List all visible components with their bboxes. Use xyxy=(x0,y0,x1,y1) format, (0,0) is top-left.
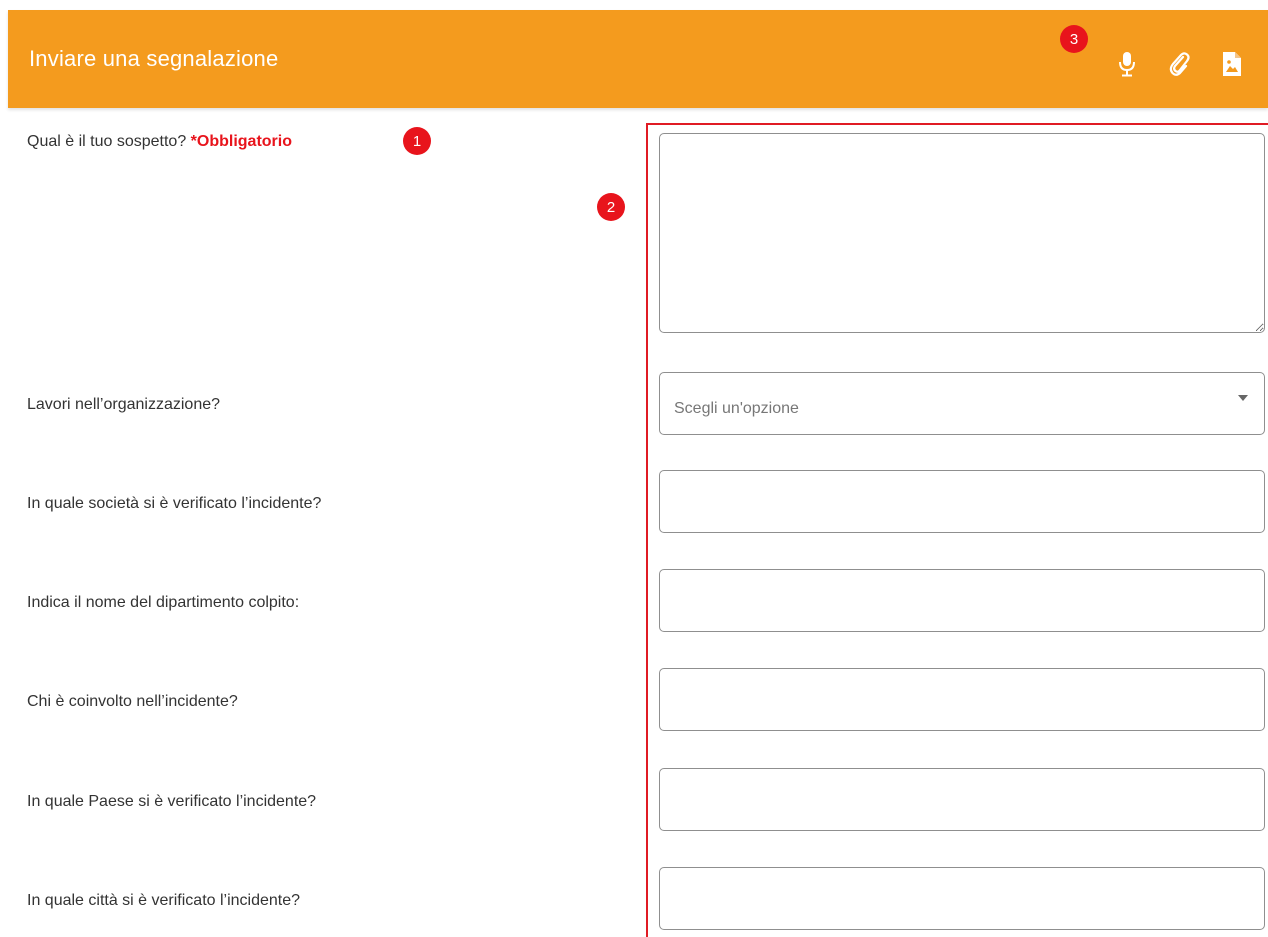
works-in-org-select[interactable]: Scegli un'opzione xyxy=(659,372,1265,435)
paperclip-icon[interactable] xyxy=(1165,50,1193,78)
image-file-icon[interactable] xyxy=(1218,50,1246,78)
microphone-icon[interactable] xyxy=(1113,50,1141,78)
caret-down-icon xyxy=(1238,395,1248,401)
top-strip xyxy=(0,0,1268,10)
suspicion-textarea[interactable] xyxy=(659,133,1265,333)
company-input[interactable] xyxy=(659,470,1265,533)
question-company-label: In quale società si è verificato l’incid… xyxy=(27,495,322,512)
involved-input[interactable] xyxy=(659,668,1265,731)
annotation-badge-2: 2 xyxy=(597,193,625,221)
department-input[interactable] xyxy=(659,569,1265,632)
question-suspicion-label: Qual è il tuo sospetto? *Obbligatorio xyxy=(27,133,292,150)
country-input[interactable] xyxy=(659,768,1265,831)
required-label: *Obbligatorio xyxy=(190,133,292,150)
question-works-in-org-label: Lavori nell’organizzazione? xyxy=(27,396,221,413)
page-title: Inviare una segnalazione xyxy=(29,46,279,71)
select-placeholder: Scegli un'opzione xyxy=(674,399,799,417)
report-page: Inviare una segnalazione 3 Qual è il tuo… xyxy=(0,0,1268,937)
question-city-label: In quale città si è verificato l’inciden… xyxy=(27,892,301,909)
question-involved-label: Chi è coinvolto nell’incidente? xyxy=(27,693,238,710)
header-bar: Inviare una segnalazione 3 xyxy=(8,10,1268,108)
annotation-badge-1: 1 xyxy=(403,127,431,155)
question-country-label: In quale Paese si è verificato l’inciden… xyxy=(27,793,317,810)
annotation-badge-3: 3 xyxy=(1060,25,1088,53)
city-input[interactable] xyxy=(659,867,1265,930)
question-department-label: Indica il nome del dipartimento colpito: xyxy=(27,594,300,611)
